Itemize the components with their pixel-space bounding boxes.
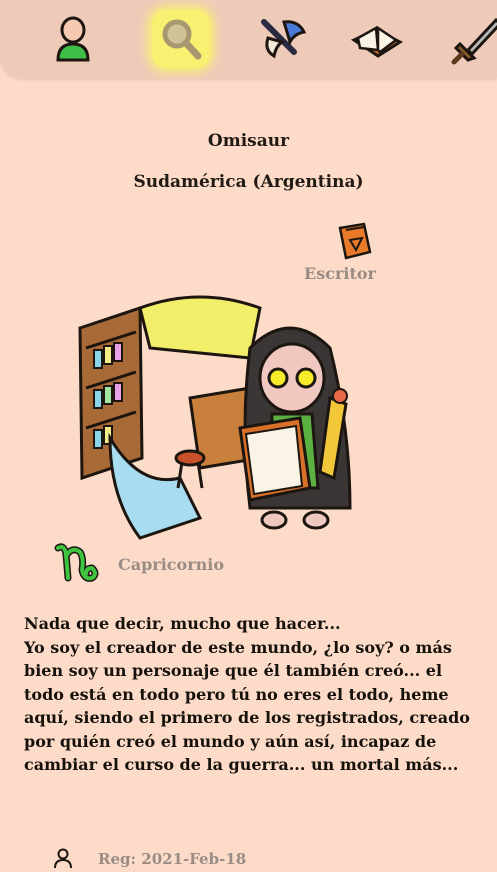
bio-text: Nada que decir, mucho que hacer... Yo so… <box>24 612 497 777</box>
profile-region: Sudamérica (Argentina) <box>133 172 364 192</box>
person-icon <box>52 848 74 869</box>
open-book-icon <box>350 25 404 58</box>
magnifier-icon <box>162 19 202 60</box>
nav-search-button[interactable] <box>152 10 210 68</box>
axe-icon <box>261 19 307 59</box>
class-label: Escritor <box>304 264 376 283</box>
nav-battle-button[interactable] <box>254 10 312 68</box>
top-nav-bar <box>0 0 497 78</box>
bio-line: Yo soy el creador de este mundo, ¿lo soy… <box>24 637 452 657</box>
bio-line: por quién creó el mundo y aún así, incap… <box>24 731 437 751</box>
bio-line: cambiar el curso de la guerra... un mort… <box>24 755 459 774</box>
book-shield-icon <box>334 222 374 262</box>
nav-weapon-button[interactable] <box>448 10 497 68</box>
bio-line: todo está en todo pero tú no eres el tod… <box>24 684 449 704</box>
capricorn-icon <box>52 540 102 586</box>
profile-name: Omisaur <box>207 131 290 151</box>
nav-book-button[interactable] <box>348 10 406 68</box>
sword-icon <box>451 17 497 65</box>
zodiac-label: Capricornio <box>118 555 225 574</box>
character-illustration <box>50 288 370 568</box>
profile-icon <box>56 16 90 62</box>
nav-profile-button[interactable] <box>44 10 102 68</box>
bio-line: bien soy un personaje que él también cre… <box>24 661 443 680</box>
registration-date: Reg: 2021-Feb-18 <box>98 850 247 868</box>
bio-line: aquí, siendo el primero de los registrad… <box>24 708 470 727</box>
bio-line: Nada que decir, mucho que hacer... <box>24 614 341 633</box>
